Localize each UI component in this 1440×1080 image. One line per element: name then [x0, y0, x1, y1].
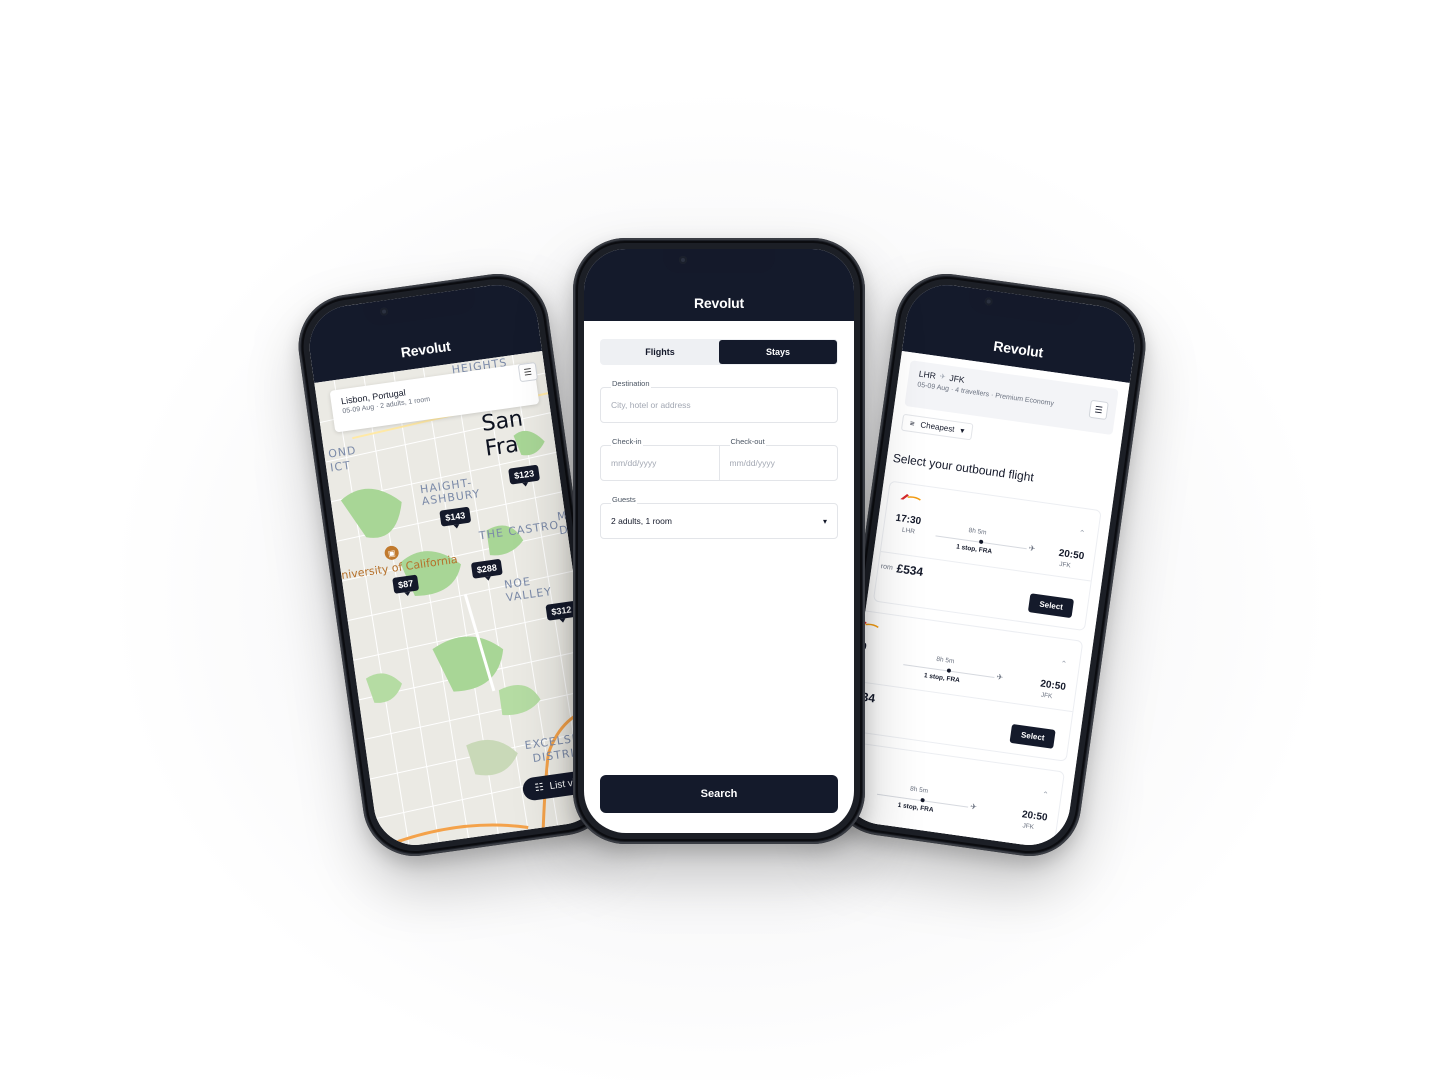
stop-dot: [946, 668, 952, 673]
phone-stays-screen: Revolut Flights Stays Destination Check-…: [584, 249, 854, 833]
plane-icon: ✈: [1028, 543, 1037, 554]
arrival-code: JFK: [1021, 822, 1035, 831]
flight-stops: 1 stop, FRA: [923, 672, 961, 685]
card-divider: [848, 679, 1073, 713]
map-view[interactable]: HEIGHTS OND ICT San Fra HAIGHT- ASHBURY …: [314, 350, 608, 851]
phone-notch: [663, 249, 775, 273]
check-out-field[interactable]: Check-out: [718, 437, 838, 480]
chevron-expand-icon[interactable]: ⌃: [1078, 528, 1086, 538]
stop-dot: [978, 539, 984, 545]
select-flight-button[interactable]: Select: [1028, 593, 1075, 619]
check-in-input[interactable]: [611, 458, 709, 468]
phone-map: Revolut HEIGHTS OND ICT San Fra HAIGHT- …: [291, 267, 621, 863]
departure-code: LHR: [901, 526, 916, 536]
sort-icon: ≡: [909, 418, 916, 429]
phone-map-screen: Revolut HEIGHTS OND ICT San Fra HAIGHT- …: [304, 279, 608, 851]
phone-flights: Revolut LHR ✈ JFK 05-09 Aug · 4 travelle…: [823, 267, 1153, 863]
flight-stops: 1 stop, FRA: [955, 543, 993, 556]
arrival-time: 20:50: [1057, 547, 1085, 563]
price-pin[interactable]: $87: [392, 574, 420, 594]
chevron-expand-icon[interactable]: ⌃: [1060, 659, 1068, 669]
plane-icon: ✈: [969, 801, 978, 812]
phone-flights-screen: Revolut LHR ✈ JFK 05-09 Aug · 4 travelle…: [836, 279, 1140, 851]
arrival-time: 20:50: [1039, 678, 1067, 693]
flight-duration: 8h 5m: [935, 655, 955, 666]
check-in-field[interactable]: Check-in: [601, 437, 719, 480]
plane-icon: ✈: [995, 672, 1004, 683]
guests-select[interactable]: Guests 2 adults, 1 room ▾: [600, 495, 838, 539]
arrival-code: JFK: [1058, 560, 1072, 570]
map-city-label: San Fra: [479, 406, 525, 462]
destination-label: Destination: [611, 379, 651, 388]
stop-dot: [920, 797, 925, 803]
chevron-down-icon: ▾: [959, 425, 965, 436]
departure-time: 17:30: [894, 512, 922, 528]
camera-icon: [984, 297, 994, 307]
flight-results: LHR ✈ JFK 05-09 Aug · 4 travellers · Pre…: [836, 350, 1130, 851]
tab-stays[interactable]: Stays: [719, 340, 837, 364]
sort-dropdown[interactable]: ≡ Cheapest ▾: [900, 413, 974, 441]
chevron-expand-icon[interactable]: ⌃: [1041, 790, 1049, 800]
arrival-time: 20:50: [1021, 809, 1049, 824]
camera-icon: [679, 256, 687, 264]
flight-duration: 8h 5m: [909, 785, 929, 795]
travel-type-tabs: Flights Stays: [600, 339, 838, 365]
filter-icon[interactable]: ☰: [517, 361, 539, 383]
select-flight-button[interactable]: Select: [1009, 723, 1056, 749]
check-in-label: Check-in: [611, 437, 643, 446]
brand-logo: Revolut: [399, 337, 452, 361]
airline-logo: [900, 494, 921, 501]
check-out-label: Check-out: [729, 437, 766, 446]
camera-icon: [379, 307, 389, 317]
list-icon: ☷: [534, 782, 545, 795]
tab-flights[interactable]: Flights: [601, 340, 719, 364]
phone-stays-search: Revolut Flights Stays Destination Check-…: [573, 238, 865, 844]
brand-logo: Revolut: [694, 295, 744, 311]
search-button[interactable]: Search: [600, 775, 838, 813]
sort-label: Cheapest: [919, 420, 956, 434]
guests-value: 2 adults, 1 room: [611, 516, 672, 526]
mockup-stage: Revolut HEIGHTS OND ICT San Fra HAIGHT- …: [0, 0, 1440, 1080]
flight-price: £534: [895, 561, 925, 579]
flight-stops: 1 stop, FRA: [897, 801, 934, 814]
route-arrow-icon: ✈: [939, 373, 947, 382]
brand-logo: Revolut: [992, 337, 1045, 361]
guests-label: Guests: [611, 495, 637, 504]
filter-icon[interactable]: ☰: [1088, 399, 1109, 421]
destination-field[interactable]: Destination: [600, 379, 838, 423]
check-out-input[interactable]: [729, 458, 827, 468]
section-title: Select your outbound flight: [892, 450, 1035, 485]
arrival-code: JFK: [1040, 691, 1053, 701]
dates-field: Check-in Check-out: [600, 437, 838, 481]
chevron-down-icon: ▾: [822, 516, 827, 526]
stays-search-form: Flights Stays Destination Check-in Check…: [600, 339, 838, 539]
flight-card[interactable]: ⌃ 30 HR 8h 5m ✈ 1 stop, FRA 20:50 JFK £5…: [840, 609, 1084, 762]
flight-card[interactable]: ⌃ 17:30 LHR 8h 5m ✈ 1 stop, FRA 20:50 JF…: [872, 480, 1102, 632]
route-to: JFK: [948, 372, 966, 385]
destination-input[interactable]: [611, 400, 827, 410]
price-prefix: rom: [880, 563, 894, 572]
flight-duration: 8h 5m: [968, 527, 988, 537]
route-from: LHR: [918, 368, 937, 381]
